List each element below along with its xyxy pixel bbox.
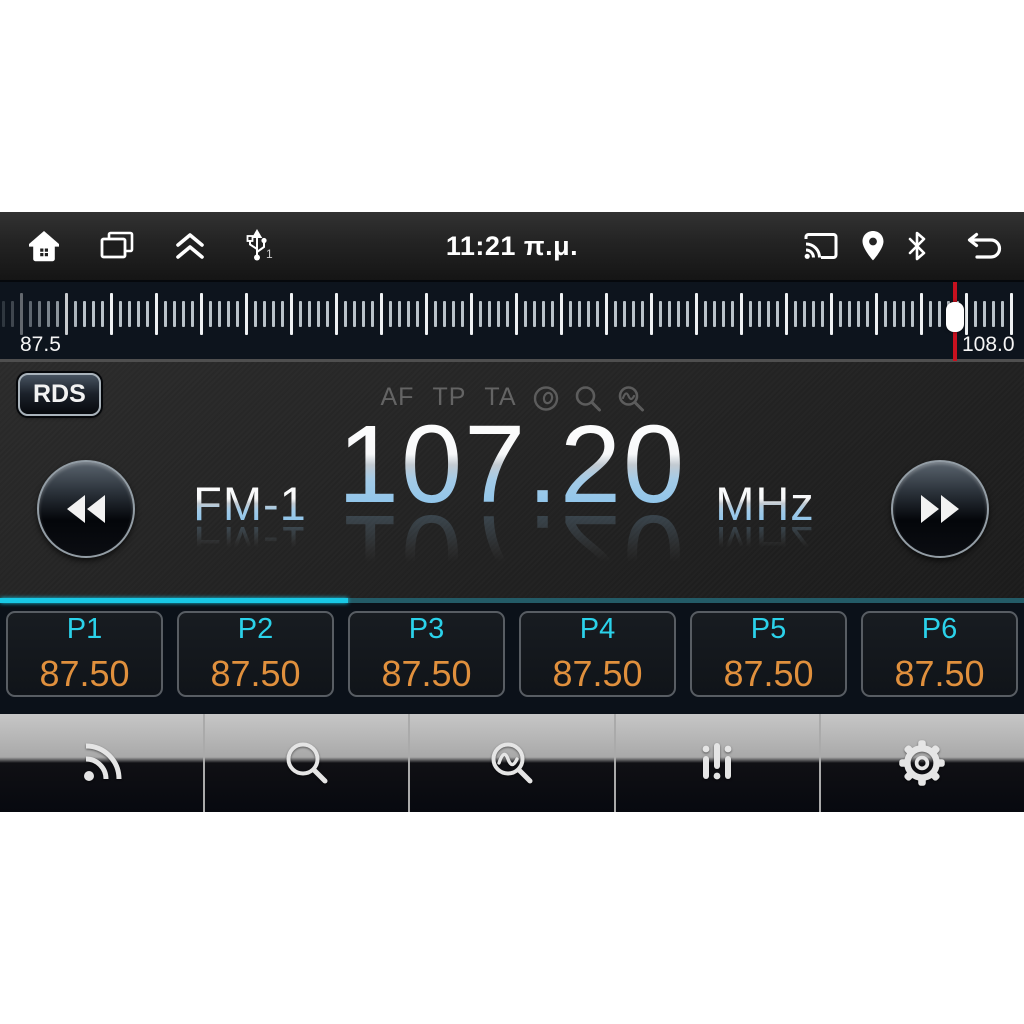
preset-button-3[interactable]: P3 87.50 <box>348 611 505 697</box>
band-progress-fill <box>0 598 349 603</box>
broadcast-icon <box>83 743 122 781</box>
tuning-needle-handle[interactable] <box>946 302 964 332</box>
preset-button-1[interactable]: P1 87.50 <box>6 611 163 697</box>
tuner-scale[interactable]: 87.5 108.0 <box>0 280 1024 362</box>
scan-icon <box>491 742 533 784</box>
status-bar: 1 11:21 π.μ. <box>0 212 1024 280</box>
seek-up-icon <box>921 495 959 523</box>
preset-value: 87.50 <box>723 653 814 694</box>
toolbar-broadcast-button[interactable] <box>0 714 204 812</box>
preset-button-4[interactable]: P4 87.50 <box>519 611 676 697</box>
location-indicator <box>860 229 886 263</box>
settings-icon <box>899 740 946 786</box>
back-button[interactable] <box>962 231 1002 261</box>
bluetooth-indicator <box>906 229 928 263</box>
toolbar-search-button[interactable] <box>205 714 409 812</box>
preset-button-5[interactable]: P5 87.50 <box>690 611 847 697</box>
frequency-value-reflection: 107.20 <box>0 492 1024 615</box>
seek-up-button[interactable] <box>891 460 989 558</box>
radio-app-screen: 1 11:21 π.μ. 87.5 108.0 RDS AF TP TA FM-… <box>0 212 1024 812</box>
preset-label: P5 <box>750 613 787 645</box>
bluetooth-icon <box>908 231 926 261</box>
toolbar-scan-button[interactable] <box>410 714 614 812</box>
page: 1 11:21 π.μ. 87.5 108.0 RDS AF TP TA FM-… <box>0 0 1024 1024</box>
toolbar-equalizer-button[interactable] <box>615 714 819 812</box>
preset-label: P2 <box>237 613 274 645</box>
preset-label: P1 <box>66 613 103 645</box>
search-icon <box>286 742 328 784</box>
location-icon <box>862 231 884 261</box>
preset-value: 87.50 <box>552 653 643 694</box>
tuner-main: RDS AF TP TA FM-1 107.20 107.20 MHz MHz <box>0 362 1024 615</box>
unit-label-reflection: MHz <box>680 517 850 570</box>
unit-display: MHz MHz <box>680 480 850 570</box>
frequency-display: 107.20 107.20 <box>0 410 1024 616</box>
preset-value: 87.50 <box>39 653 130 694</box>
scale-max-label: 108.0 <box>962 333 1015 356</box>
scale-min-label: 87.5 <box>20 333 61 356</box>
equalizer-icon <box>702 743 732 780</box>
cast-indicator <box>802 230 840 262</box>
preset-label: P4 <box>579 613 616 645</box>
preset-value: 87.50 <box>381 653 472 694</box>
band-progress-track <box>0 598 1024 603</box>
preset-button-2[interactable]: P2 87.50 <box>177 611 334 697</box>
preset-row: P1 87.50 P2 87.50 P3 87.50 P4 87.50 P5 8… <box>0 611 1024 697</box>
presets-section: P1 87.50 P2 87.50 P3 87.50 P4 87.50 P5 8… <box>0 598 1024 714</box>
back-icon <box>967 232 1002 259</box>
preset-value: 87.50 <box>210 653 301 694</box>
bottom-toolbar <box>0 714 1024 812</box>
toolbar-settings-button[interactable] <box>820 714 1024 812</box>
preset-button-6[interactable]: P6 87.50 <box>861 611 1018 697</box>
cast-icon <box>804 233 838 259</box>
status-bar-right <box>802 212 1002 280</box>
preset-label: P6 <box>921 613 958 645</box>
preset-value: 87.50 <box>894 653 985 694</box>
preset-label: P3 <box>408 613 445 645</box>
